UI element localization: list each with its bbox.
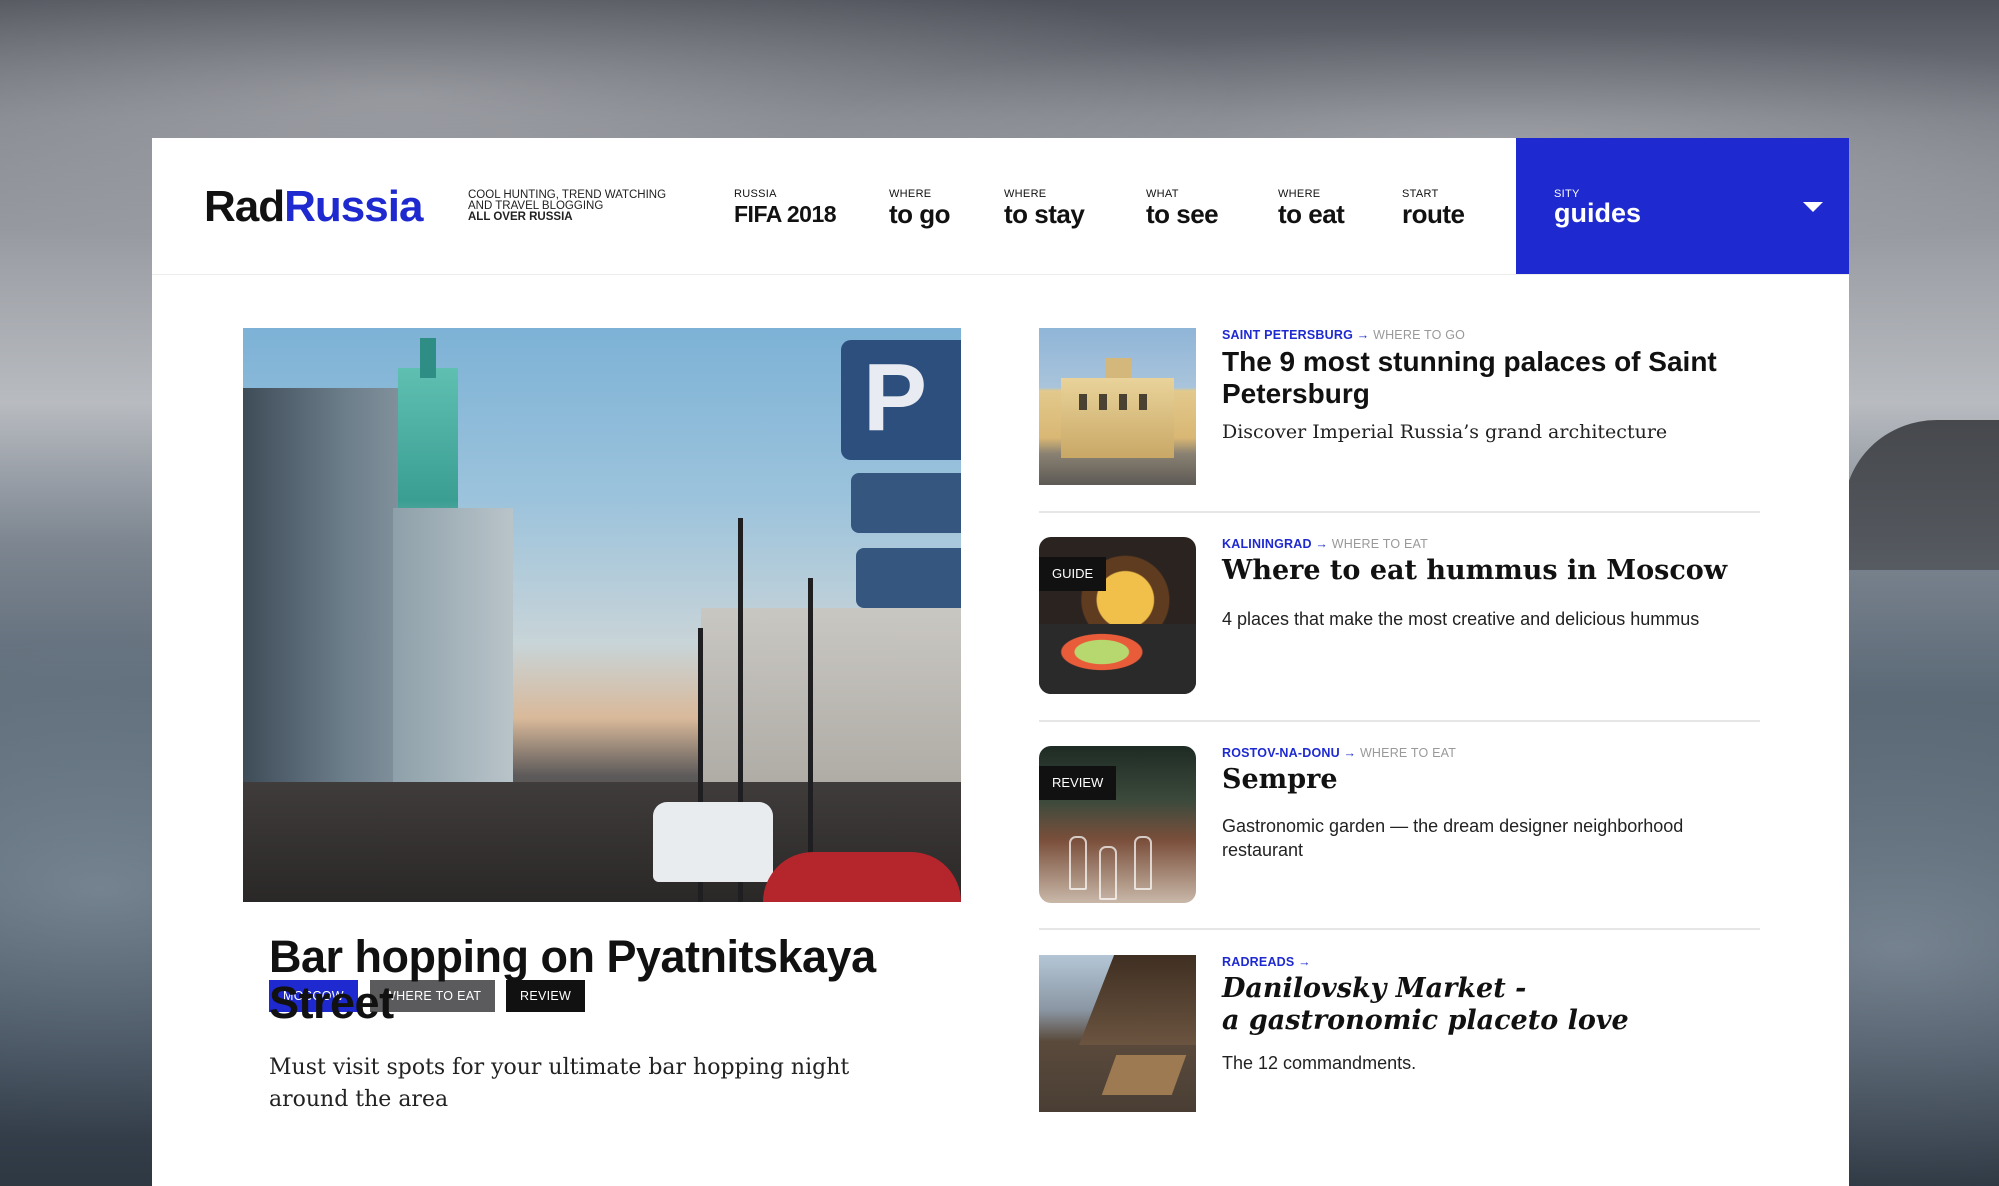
- image-car: [763, 852, 961, 902]
- story-thumbnail[interactable]: [1039, 955, 1196, 1112]
- story-title[interactable]: The 9 most stunning palaces of Saint Pet…: [1222, 346, 1762, 410]
- story-city-link[interactable]: KALININGRAD: [1222, 537, 1312, 551]
- image-palace: [1061, 378, 1174, 458]
- story-category-link[interactable]: WHERE TO GO: [1373, 328, 1465, 342]
- featured-subtitle: Must visit spots for your ultimate bar h…: [269, 1055, 850, 1112]
- image-window: [1079, 394, 1087, 410]
- site-logo[interactable]: RadRussia: [204, 182, 423, 232]
- story-breadcrumb: RADREADS →: [1222, 955, 1311, 969]
- image-market-roof: [1079, 955, 1196, 1045]
- arrow-right-icon: →: [1315, 537, 1329, 551]
- image-glass: [1134, 836, 1152, 890]
- divider: [1039, 511, 1760, 513]
- arrow-right-icon: →: [1356, 328, 1370, 342]
- nav-item-big-label: FIFA 2018: [734, 201, 837, 227]
- story-description: Gastronomic garden — the dream designer …: [1222, 816, 1684, 860]
- logo-part-russia: Russia: [284, 182, 423, 231]
- story-city-link[interactable]: ROSTOV-NA-DONU: [1222, 746, 1340, 760]
- divider: [1039, 928, 1760, 930]
- story-city-link[interactable]: RADREADS: [1222, 955, 1294, 969]
- image-road-sign: [856, 548, 961, 608]
- nav-item-big-label: to go: [889, 199, 951, 229]
- story-card: REVIEW ROSTOV-NA-DONU → WHERE TO EAT Sem…: [1039, 746, 1760, 952]
- story-description: 4 places that make the most creative and…: [1222, 609, 1700, 629]
- parking-sign-letter: P: [863, 344, 928, 451]
- story-card: RADREADS → Danilovsky Market - a gastron…: [1039, 955, 1760, 1161]
- story-breadcrumb: ROSTOV-NA-DONU → WHERE TO EAT: [1222, 746, 1456, 760]
- image-table: [1101, 1055, 1187, 1095]
- image-window: [1139, 394, 1147, 410]
- story-title[interactable]: Danilovsky Market - a gastronomic placet…: [1222, 973, 1762, 1037]
- parking-sign-icon: P: [841, 340, 961, 460]
- featured-title[interactable]: Bar hopping on Pyatnitskaya Street: [269, 934, 949, 1026]
- city-guides-dropdown[interactable]: SITY guides: [1516, 138, 1849, 274]
- guides-big-label: guides: [1554, 198, 1642, 228]
- image-glass: [1069, 836, 1087, 890]
- page-card: RadRussia COOL HUNTING, TREND WATCHING A…: [152, 138, 1849, 1186]
- nav-item-where-to-go[interactable]: WHERE to go: [889, 188, 951, 229]
- divider: [1039, 720, 1760, 722]
- story-description: Discover Imperial Russia’s grand archite…: [1222, 421, 1668, 443]
- image-road-sign: [851, 473, 961, 533]
- nav-item-big-label: to see: [1146, 199, 1219, 229]
- image-palace-cupola: [1105, 358, 1131, 378]
- story-city-link[interactable]: SAINT PETERSBURG: [1222, 328, 1353, 342]
- story-badge: REVIEW: [1039, 766, 1117, 800]
- nav-item-where-to-stay[interactable]: WHERE to stay: [1004, 188, 1085, 229]
- nav-item-start-route[interactable]: START route: [1402, 188, 1465, 228]
- nav-item-big-label: to eat: [1278, 199, 1345, 229]
- story-thumbnail[interactable]: [1039, 328, 1196, 485]
- site-header: RadRussia COOL HUNTING, TREND WATCHING A…: [152, 138, 1849, 275]
- story-title-line-1: Danilovsky Market -: [1222, 973, 1527, 1004]
- story-title[interactable]: Sempre: [1222, 764, 1762, 796]
- chevron-down-icon: [1803, 202, 1823, 212]
- story-title[interactable]: Where to eat hummus in Moscow: [1222, 555, 1762, 587]
- image-glass: [1099, 846, 1117, 900]
- nav-item-big-label: route: [1402, 199, 1465, 229]
- image-spire: [420, 338, 436, 378]
- nav-item-big-label: to stay: [1004, 199, 1085, 229]
- story-description: The 12 commandments.: [1222, 1053, 1417, 1073]
- image-window: [1099, 394, 1107, 410]
- nav-item-where-to-eat[interactable]: WHERE to eat: [1278, 188, 1345, 229]
- story-category-link[interactable]: WHERE TO EAT: [1360, 746, 1456, 760]
- image-food: [1039, 624, 1196, 694]
- tagline-line-3: ALL OVER RUSSIA: [468, 211, 573, 223]
- logo-part-rad: Rad: [204, 182, 285, 231]
- nav-item-small-label: RUSSIA: [734, 188, 777, 200]
- site-tagline: COOL HUNTING, TREND WATCHING AND TRAVEL …: [468, 189, 718, 223]
- story-card: SAINT PETERSBURG → WHERE TO GO The 9 mos…: [1039, 328, 1760, 534]
- story-breadcrumb: SAINT PETERSBURG → WHERE TO GO: [1222, 328, 1465, 342]
- image-car: [653, 802, 773, 882]
- story-category-link[interactable]: WHERE TO EAT: [1332, 537, 1428, 551]
- story-badge: GUIDE: [1039, 557, 1107, 591]
- nav-item-fifa-2018[interactable]: RUSSIA FIFA 2018: [734, 188, 837, 228]
- featured-image[interactable]: P: [243, 328, 961, 902]
- arrow-right-icon: →: [1343, 746, 1357, 760]
- image-window: [1119, 394, 1127, 410]
- nav-item-what-to-see[interactable]: WHAT to see: [1146, 188, 1219, 229]
- story-title-line-2: a gastronomic placeto love: [1222, 1005, 1629, 1036]
- arrow-right-icon: →: [1298, 955, 1311, 969]
- story-breadcrumb: KALININGRAD → WHERE TO EAT: [1222, 537, 1428, 551]
- story-thumbnail[interactable]: GUIDE: [1039, 537, 1196, 694]
- story-thumbnail[interactable]: REVIEW: [1039, 746, 1196, 903]
- story-card: GUIDE KALININGRAD → WHERE TO EAT Where t…: [1039, 537, 1760, 743]
